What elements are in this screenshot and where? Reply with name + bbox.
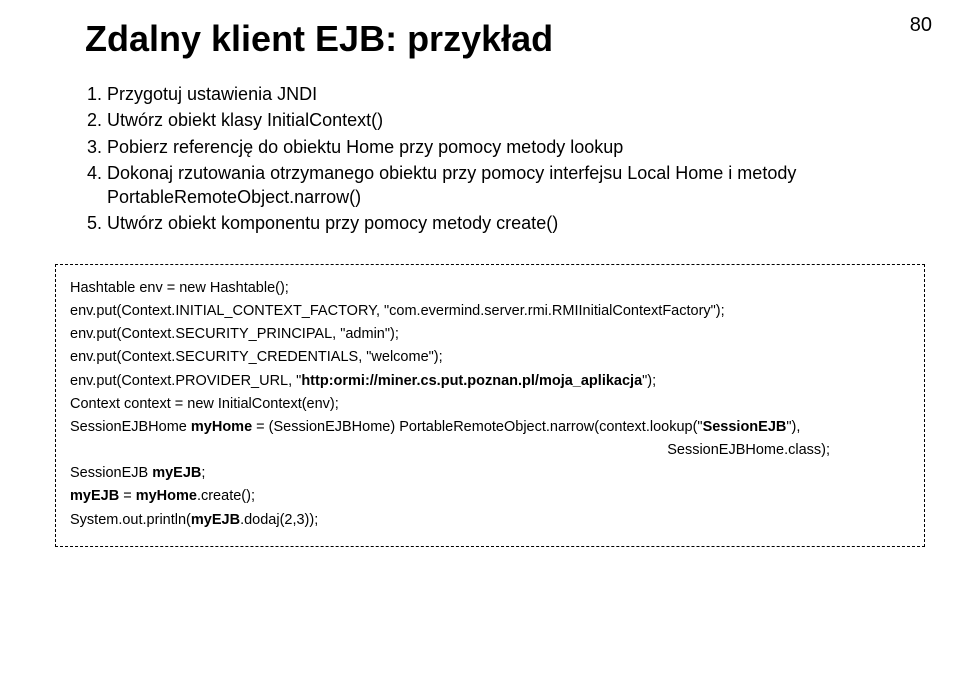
step-item: Dokonaj rzutowania otrzymanego obiektu p… [107,161,915,210]
code-line: System.out.println(myEJB.dodaj(2,3)); [70,509,910,532]
code-text: "); [642,373,656,389]
code-text-bold: SessionEJB [703,419,787,435]
code-text: .dodaj(2,3)); [240,512,318,528]
page-title: Zdalny klient EJB: przykład [85,18,915,60]
code-text: = (SessionEJBHome) PortableRemoteObject.… [252,419,702,435]
code-text-bold: myEJB [152,465,201,481]
code-line: env.put(Context.PROVIDER_URL, "http:ormi… [70,370,910,393]
code-text: .create(); [197,488,255,504]
code-text: SessionEJB [70,465,152,481]
code-line: SessionEJBHome myHome = (SessionEJBHome)… [70,416,910,439]
code-text: ; [201,465,205,481]
code-text-bold: myHome [191,419,252,435]
code-line: Hashtable env = new Hashtable(); [70,277,910,300]
code-line: SessionEJB myEJB; [70,462,910,485]
code-text-bold: myEJB [70,488,119,504]
code-text-bold: myEJB [191,512,240,528]
code-text: System.out.println( [70,512,191,528]
code-text: SessionEJBHome [70,419,191,435]
step-item: Przygotuj ustawienia JNDI [107,82,915,106]
code-line: SessionEJBHome.class); [70,439,910,462]
code-text: = [119,488,136,504]
code-text: env.put(Context.PROVIDER_URL, " [70,373,301,389]
step-item: Utwórz obiekt klasy InitialContext() [107,108,915,132]
code-text: "), [786,419,800,435]
code-line: myEJB = myHome.create(); [70,485,910,508]
code-line: env.put(Context.INITIAL_CONTEXT_FACTORY,… [70,300,910,323]
page-number: 80 [910,14,932,37]
code-line: env.put(Context.SECURITY_CREDENTIALS, "w… [70,346,910,369]
code-line: env.put(Context.SECURITY_PRINCIPAL, "adm… [70,323,910,346]
code-block: Hashtable env = new Hashtable(); env.put… [55,264,925,547]
slide-page: 80 Zdalny klient EJB: przykład Przygotuj… [0,0,960,694]
step-item: Pobierz referencję do obiektu Home przy … [107,135,915,159]
code-text-bold: myHome [136,488,197,504]
code-text-bold: http:ormi://miner.cs.put.poznan.pl/moja_… [301,373,642,389]
step-item: Utwórz obiekt komponentu przy pomocy met… [107,211,915,235]
code-line: Context context = new InitialContext(env… [70,393,910,416]
steps-list: Przygotuj ustawienia JNDI Utwórz obiekt … [107,82,915,236]
